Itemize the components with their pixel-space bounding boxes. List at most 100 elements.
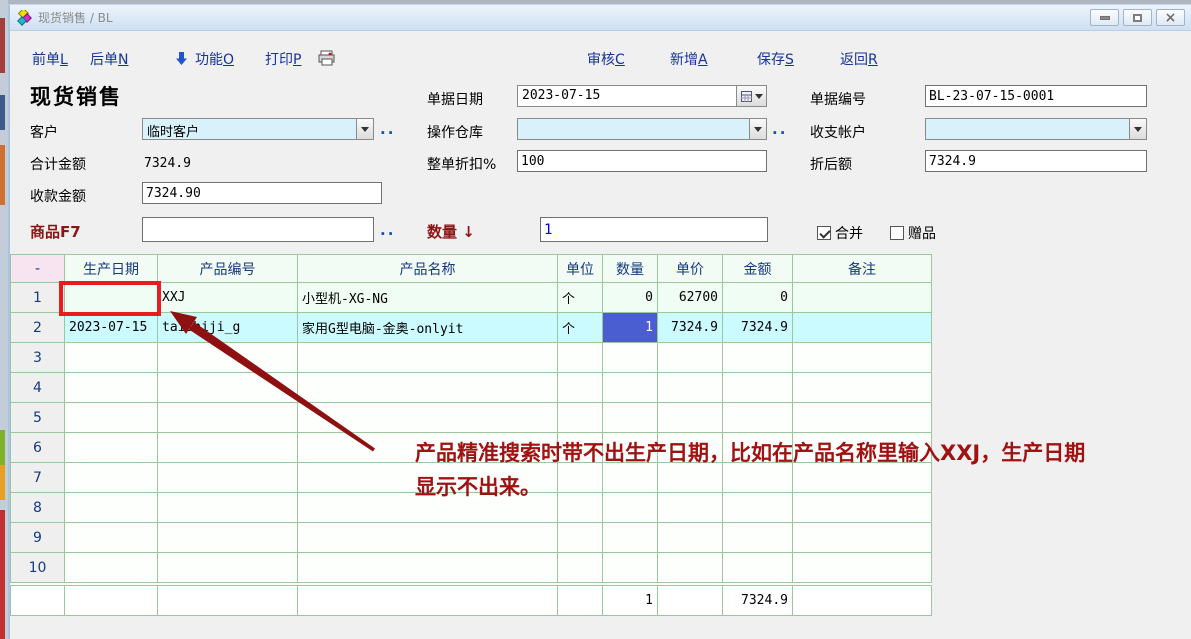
prev-doc-button[interactable]: 前单L (32, 49, 68, 69)
account-dropdown-button[interactable] (1129, 119, 1146, 139)
grid-cell[interactable] (793, 313, 932, 343)
grid-cell[interactable] (158, 523, 298, 553)
grid-cell[interactable] (298, 493, 558, 523)
grid-cell[interactable]: 家用G型电脑-金奥-onlyit (298, 313, 558, 343)
grid-cell[interactable] (158, 403, 298, 433)
restore-button[interactable] (1123, 9, 1152, 26)
warehouse-combo[interactable] (517, 118, 767, 140)
grid-cell[interactable] (558, 553, 603, 583)
close-button[interactable]: × (1156, 9, 1185, 26)
grid-cell[interactable]: 7324.9 (658, 313, 723, 343)
grid-cell[interactable] (658, 433, 723, 463)
grid-cell[interactable] (723, 403, 793, 433)
grid-cell[interactable] (723, 433, 793, 463)
grid-cell[interactable]: 个 (558, 313, 603, 343)
return-button[interactable]: 返回R (840, 49, 878, 69)
customer-combo[interactable]: 临时客户 (142, 118, 374, 140)
grid-cell[interactable] (793, 463, 932, 493)
grid-cell[interactable] (723, 553, 793, 583)
grid-cell[interactable] (723, 373, 793, 403)
merge-checkbox[interactable]: 合并 (817, 223, 863, 243)
grid-cell[interactable] (298, 463, 558, 493)
grid-cell[interactable] (658, 553, 723, 583)
grid-cell[interactable] (793, 373, 932, 403)
row-number-cell[interactable]: 6 (11, 433, 65, 463)
grid-cell[interactable] (158, 343, 298, 373)
grid-cell[interactable] (558, 343, 603, 373)
grid-cell[interactable] (793, 433, 932, 463)
grid-cell[interactable] (603, 523, 658, 553)
grid-cell[interactable] (65, 283, 158, 313)
grid-cell[interactable] (558, 493, 603, 523)
grid-cell[interactable] (658, 403, 723, 433)
grid-cell[interactable] (558, 373, 603, 403)
grid-cell[interactable] (658, 373, 723, 403)
warehouse-browse-button[interactable]: .. (772, 120, 787, 138)
grid-cell[interactable] (793, 403, 932, 433)
product-browse-button[interactable]: .. (380, 221, 395, 239)
doc-no-input[interactable] (925, 85, 1147, 107)
grid-cell[interactable] (723, 523, 793, 553)
merge-checkbox-box[interactable] (817, 226, 831, 240)
grid-cell[interactable] (65, 553, 158, 583)
grid-cell[interactable] (298, 373, 558, 403)
grid-cell[interactable] (658, 493, 723, 523)
function-menu-button[interactable]: 功能O (195, 49, 234, 69)
discount-input[interactable] (517, 150, 767, 172)
grid-cell[interactable] (793, 493, 932, 523)
row-number-cell[interactable]: 1 (11, 283, 65, 313)
row-number-cell[interactable]: 10 (11, 553, 65, 583)
grid-cell[interactable]: 7324.9 (723, 313, 793, 343)
account-combo[interactable] (925, 118, 1147, 140)
grid-cell[interactable]: 个 (558, 283, 603, 313)
minimize-button[interactable] (1090, 9, 1119, 26)
grid-cell[interactable] (65, 343, 158, 373)
grid-cell[interactable]: 小型机-XG-NG (298, 283, 558, 313)
grid-cell[interactable] (558, 403, 603, 433)
grid-cell[interactable]: 62700 (658, 283, 723, 313)
grid-cell[interactable]: 1 (603, 313, 658, 343)
grid-cell[interactable] (603, 373, 658, 403)
grid-cell[interactable] (603, 433, 658, 463)
grid-cell[interactable] (65, 403, 158, 433)
grid-cell[interactable] (658, 523, 723, 553)
add-new-button[interactable]: 新增A (670, 49, 708, 69)
grid-cell[interactable] (558, 463, 603, 493)
save-button[interactable]: 保存S (757, 49, 794, 69)
grid-cell[interactable] (65, 433, 158, 463)
row-number-cell[interactable]: 2 (11, 313, 65, 343)
remove-row-header[interactable]: - (11, 255, 65, 283)
grid-cell[interactable] (298, 403, 558, 433)
row-number-cell[interactable]: 5 (11, 403, 65, 433)
grid-cell[interactable] (158, 463, 298, 493)
grid-cell[interactable] (65, 463, 158, 493)
grid-cell[interactable] (65, 373, 158, 403)
grid-cell[interactable] (158, 493, 298, 523)
audit-button[interactable]: 审核C (587, 49, 625, 69)
grid-cell[interactable] (558, 433, 603, 463)
grid-cell[interactable]: 0 (723, 283, 793, 313)
grid-cell[interactable] (603, 343, 658, 373)
grid-cell[interactable] (298, 343, 558, 373)
grid-cell[interactable] (658, 343, 723, 373)
gift-checkbox[interactable]: 赠品 (890, 223, 936, 243)
grid-cell[interactable] (793, 343, 932, 373)
grid-cell[interactable] (298, 553, 558, 583)
customer-dropdown-button[interactable] (356, 119, 373, 139)
grid-cell[interactable] (603, 553, 658, 583)
grid-cell[interactable]: XXJ (158, 283, 298, 313)
grid-cell[interactable] (603, 463, 658, 493)
row-number-cell[interactable]: 8 (11, 493, 65, 523)
received-input[interactable] (142, 182, 382, 204)
titlebar[interactable]: 现货销售 / BL × (10, 5, 1191, 31)
grid-cell[interactable] (723, 343, 793, 373)
grid-cell[interactable] (158, 433, 298, 463)
customer-browse-button[interactable]: .. (380, 120, 395, 138)
grid-cell[interactable] (793, 283, 932, 313)
grid-cell[interactable] (558, 523, 603, 553)
grid-cell[interactable] (603, 493, 658, 523)
warehouse-dropdown-button[interactable] (749, 119, 766, 139)
print-button[interactable]: 打印P (265, 49, 301, 69)
grid-cell[interactable] (723, 463, 793, 493)
grid-cell[interactable] (65, 493, 158, 523)
